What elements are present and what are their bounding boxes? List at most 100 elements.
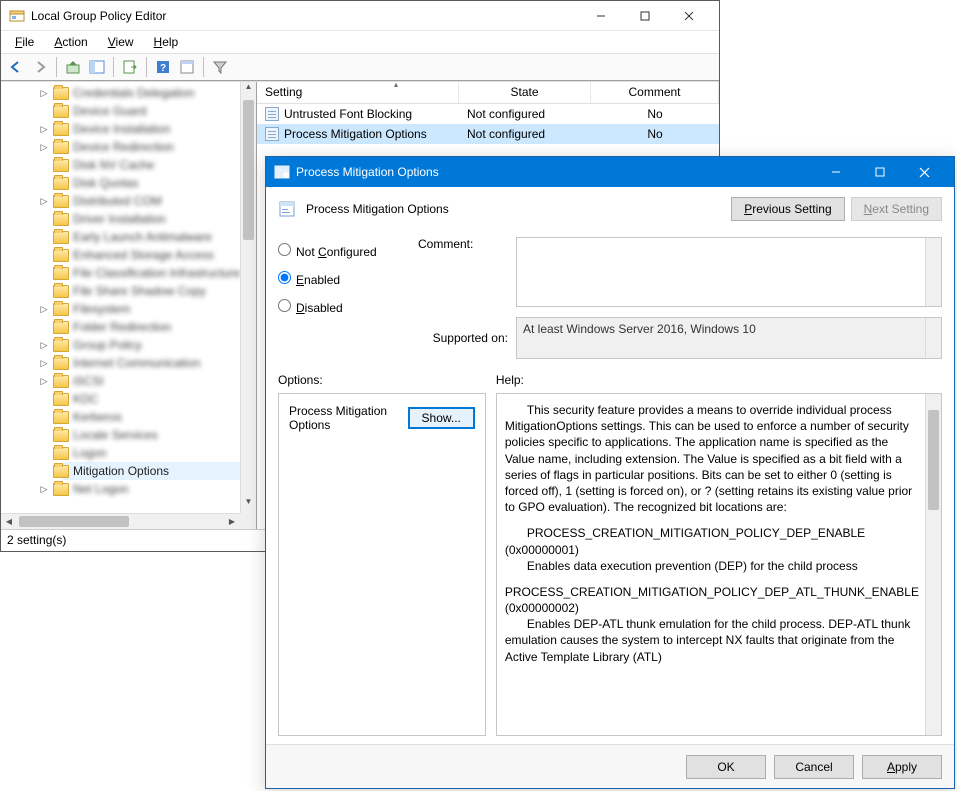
up-button[interactable] (62, 56, 84, 78)
tree-item[interactable]: Disk NV Cache (63, 156, 256, 174)
col-comment[interactable]: Comment (591, 82, 719, 103)
tree-item-label: Mitigation Options (73, 464, 169, 478)
tree-item[interactable]: ▷Group Policy (63, 336, 256, 354)
dialog-maximize-button[interactable] (858, 158, 902, 186)
properties-button[interactable] (176, 56, 198, 78)
expander-icon[interactable]: ▷ (39, 340, 49, 351)
folder-icon (53, 195, 69, 208)
folder-icon (53, 231, 69, 244)
radio-enabled[interactable]: Enabled (278, 271, 408, 287)
dialog-minimize-button[interactable] (814, 158, 858, 186)
tree-vertical-scrollbar[interactable]: ▲▼ (240, 82, 256, 513)
comment-scrollbar[interactable] (925, 238, 941, 306)
tree-item[interactable]: KDC (63, 390, 256, 408)
folder-icon (53, 303, 69, 316)
expander-icon[interactable]: ▷ (39, 376, 49, 387)
tree-item-label: Group Policy (73, 338, 142, 352)
tree-item-label: iSCSI (73, 374, 104, 388)
close-button[interactable] (667, 2, 711, 30)
tree-item[interactable]: Locale Services (63, 426, 256, 444)
tree-item[interactable]: Early Launch Antimalware (63, 228, 256, 246)
col-state[interactable]: State (459, 82, 591, 103)
expander-icon[interactable]: ▷ (39, 124, 49, 135)
tree-item[interactable]: Enhanced Storage Access (63, 246, 256, 264)
radio-disabled[interactable]: Disabled (278, 299, 408, 315)
tree-item[interactable]: ▷Filesystem (63, 300, 256, 318)
tree-item-label: Kerberos (73, 410, 122, 424)
policy-dialog: Process Mitigation Options Process Mitig… (265, 156, 955, 789)
show-hide-tree-button[interactable] (86, 56, 108, 78)
tree-item[interactable]: Disk Quotas (63, 174, 256, 192)
menu-file[interactable]: File (5, 33, 44, 51)
col-setting[interactable]: Setting▴ (257, 82, 459, 103)
folder-icon (53, 447, 69, 460)
tree-item-label: Device Redirection (73, 140, 174, 154)
tree-item[interactable]: File Share Shadow Copy (63, 282, 256, 300)
apply-button[interactable]: Apply (862, 755, 942, 779)
expander-icon[interactable]: ▷ (39, 142, 49, 153)
radio-not-configured[interactable]: Not Configured (278, 243, 408, 259)
ok-button[interactable]: OK (686, 755, 766, 779)
previous-setting-button[interactable]: Previous Setting (731, 197, 844, 221)
expander-icon[interactable]: ▷ (39, 358, 49, 369)
help-paragraph: PROCESS_CREATION_MITIGATION_POLICY_DEP_E… (505, 525, 919, 557)
titlebar: Local Group Policy Editor (1, 1, 719, 31)
help-paragraph: Enables DEP-ATL thunk emulation for the … (505, 616, 919, 665)
folder-icon (53, 321, 69, 334)
tree-item-label: Device Guard (73, 104, 146, 118)
help-paragraph: Enables data execution prevention (DEP) … (505, 558, 919, 574)
expander-icon[interactable]: ▷ (39, 484, 49, 495)
options-box: Process Mitigation Options Show... (278, 393, 486, 736)
tree-item-label: Logon (73, 446, 106, 460)
tree-item[interactable]: ▷Distributed COM (63, 192, 256, 210)
menu-action[interactable]: Action (44, 33, 97, 51)
expander-icon[interactable]: ▷ (39, 88, 49, 99)
tree-horizontal-scrollbar[interactable]: ◀▶ (1, 513, 240, 529)
tree-item[interactable]: File Classification Infrastructure (63, 264, 256, 282)
tree-item[interactable]: ▷Credentials Delegation (63, 84, 256, 102)
help-scrollbar[interactable] (925, 394, 941, 735)
tree-item-label: File Classification Infrastructure (73, 266, 240, 280)
folder-icon (53, 483, 69, 496)
setting-state: Not configured (459, 127, 591, 141)
tree-item-selected[interactable]: Mitigation Options (63, 462, 256, 480)
export-button[interactable] (119, 56, 141, 78)
tree-item[interactable]: ▷Device Redirection (63, 138, 256, 156)
tree-item[interactable]: ▷Device Installation (63, 120, 256, 138)
tree-item[interactable]: Folder Redirection (63, 318, 256, 336)
maximize-button[interactable] (623, 2, 667, 30)
tree-item-label: Early Launch Antimalware (73, 230, 212, 244)
tree-item-label: Device Installation (73, 122, 170, 136)
tree-item[interactable]: ▷Internet Communication (63, 354, 256, 372)
tree-item[interactable]: ▷Net Logon (63, 480, 256, 498)
setting-state: Not configured (459, 107, 591, 121)
list-row[interactable]: Untrusted Font BlockingNot configuredNo (257, 104, 719, 124)
tree-item[interactable]: Kerberos (63, 408, 256, 426)
help-button[interactable]: ? (152, 56, 174, 78)
supported-scrollbar[interactable] (925, 318, 941, 358)
forward-button[interactable] (29, 56, 51, 78)
menu-view[interactable]: View (98, 33, 144, 51)
folder-icon (53, 357, 69, 370)
tree-item[interactable]: Device Guard (63, 102, 256, 120)
cancel-button[interactable]: Cancel (774, 755, 854, 779)
back-button[interactable] (5, 56, 27, 78)
tree-item[interactable]: Logon (63, 444, 256, 462)
expander-icon[interactable]: ▷ (39, 196, 49, 207)
policy-header-title: Process Mitigation Options (306, 202, 725, 216)
tree-item[interactable]: Driver Installation (63, 210, 256, 228)
show-button[interactable]: Show... (408, 407, 475, 429)
comment-textarea[interactable] (516, 237, 942, 307)
tree-item[interactable]: ▷iSCSI (63, 372, 256, 390)
list-row[interactable]: Process Mitigation Options Not configured… (257, 124, 719, 144)
menu-help[interactable]: Help (144, 33, 189, 51)
setting-icon (265, 127, 279, 141)
minimize-button[interactable] (579, 2, 623, 30)
folder-icon (53, 465, 69, 478)
setting-name: Process Mitigation Options (284, 127, 427, 141)
filter-button[interactable] (209, 56, 231, 78)
dialog-close-button[interactable] (902, 158, 946, 186)
expander-icon[interactable]: ▷ (39, 304, 49, 315)
folder-icon (53, 249, 69, 262)
app-title: Local Group Policy Editor (31, 9, 579, 23)
